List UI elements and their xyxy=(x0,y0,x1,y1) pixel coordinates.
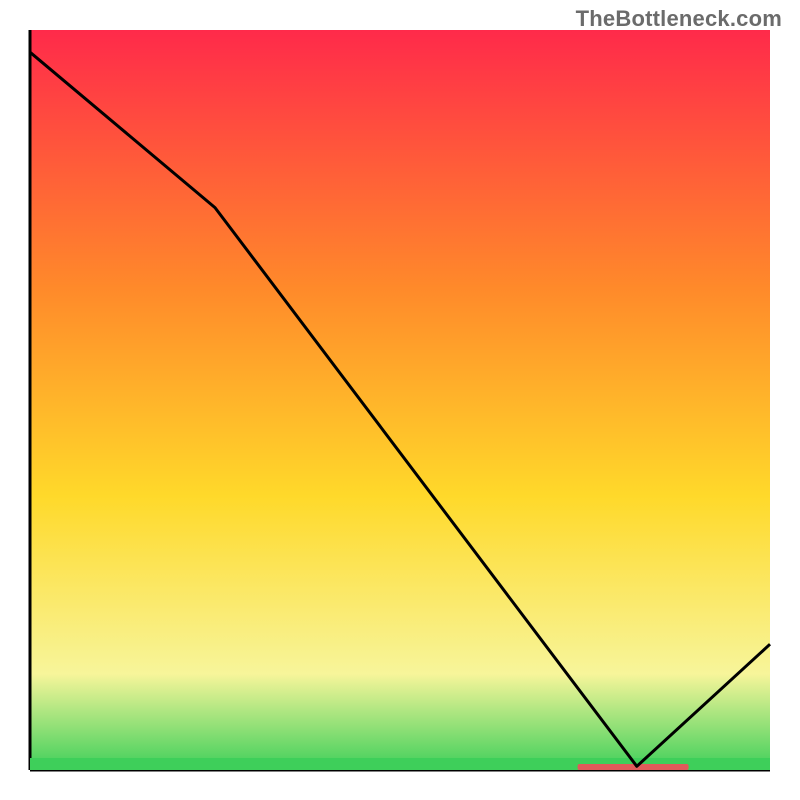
bottleneck-chart xyxy=(0,0,800,800)
chart-container: TheBottleneck.com xyxy=(0,0,800,800)
optimal-range-marker xyxy=(578,764,689,770)
plot-background xyxy=(30,30,770,770)
watermark-label: TheBottleneck.com xyxy=(576,6,782,32)
